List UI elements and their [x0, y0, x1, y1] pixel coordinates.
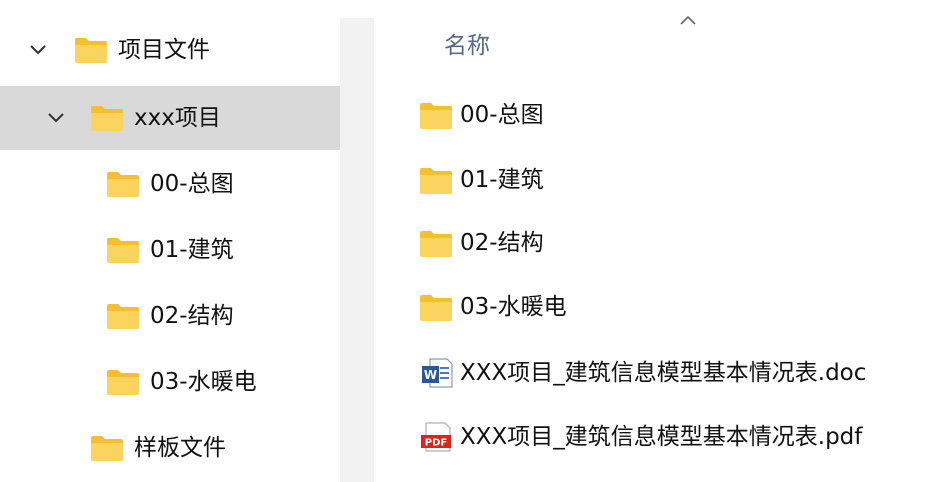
folder-icon — [74, 36, 108, 64]
folder-icon — [90, 434, 124, 462]
pdf-icon: PDF — [418, 421, 454, 453]
folder-icon — [106, 170, 140, 198]
nav-item-01[interactable]: 01-建筑 — [0, 218, 340, 282]
file-name: XXX项目_建筑信息模型基本情况表.doc — [460, 360, 867, 386]
nav-item-xxx-project[interactable]: xxx项目 — [0, 86, 340, 150]
word-doc-icon: W — [418, 357, 454, 389]
chevron-down-icon[interactable] — [46, 108, 66, 128]
chevron-down-icon[interactable] — [28, 40, 48, 60]
file-explorer-window: 项目文件 xxx项目 00-总图 01-建筑 02-结构 03-水暖电 样板文件… — [0, 0, 943, 482]
folder-icon — [106, 368, 140, 396]
file-name: 02-结构 — [460, 230, 544, 256]
file-row-01[interactable]: 01-建筑 — [414, 155, 934, 205]
nav-item-project-files[interactable]: 项目文件 — [0, 18, 340, 82]
folder-icon — [418, 164, 454, 196]
file-list-pane: 名称 00-总图 01-建筑 02-结构 03-水暖电 W XXX项目_建筑信息… — [374, 0, 943, 482]
folder-icon — [418, 227, 454, 259]
folder-icon — [418, 291, 454, 323]
nav-item-03[interactable]: 03-水暖电 — [0, 350, 340, 414]
nav-item-template-files[interactable]: 样板文件 — [0, 416, 340, 480]
nav-item-00[interactable]: 00-总图 — [0, 152, 340, 216]
nav-item-label: 02-结构 — [150, 303, 234, 329]
nav-item-label: 00-总图 — [150, 171, 234, 197]
file-row-03[interactable]: 03-水暖电 — [414, 282, 934, 332]
file-row-02[interactable]: 02-结构 — [414, 218, 934, 268]
nav-item-02[interactable]: 02-结构 — [0, 284, 340, 348]
column-header-name[interactable]: 名称 — [444, 30, 490, 62]
folder-icon — [106, 236, 140, 264]
folder-icon — [106, 302, 140, 330]
file-name: 00-总图 — [460, 102, 544, 128]
svg-text:PDF: PDF — [425, 438, 447, 449]
file-row-pdf[interactable]: PDF XXX项目_建筑信息模型基本情况表.pdf — [414, 412, 934, 462]
svg-text:W: W — [424, 368, 437, 382]
nav-item-label: 样板文件 — [134, 435, 226, 461]
file-name: 03-水暖电 — [460, 294, 567, 320]
file-name: XXX项目_建筑信息模型基本情况表.pdf — [460, 424, 863, 450]
folder-icon — [90, 104, 124, 132]
file-name: 01-建筑 — [460, 167, 544, 193]
nav-item-label: 项目文件 — [118, 37, 210, 63]
navigation-pane: 项目文件 xxx项目 00-总图 01-建筑 02-结构 03-水暖电 样板文件 — [0, 0, 340, 482]
nav-item-label: 03-水暖电 — [150, 369, 257, 395]
file-row-doc[interactable]: W XXX项目_建筑信息模型基本情况表.doc — [414, 348, 934, 398]
nav-item-label: xxx项目 — [134, 105, 221, 131]
nav-scrollbar[interactable] — [340, 18, 374, 482]
nav-item-label: 01-建筑 — [150, 237, 234, 263]
folder-icon — [418, 99, 454, 131]
file-row-00[interactable]: 00-总图 — [414, 90, 934, 140]
sort-ascending-icon[interactable] — [676, 12, 700, 28]
